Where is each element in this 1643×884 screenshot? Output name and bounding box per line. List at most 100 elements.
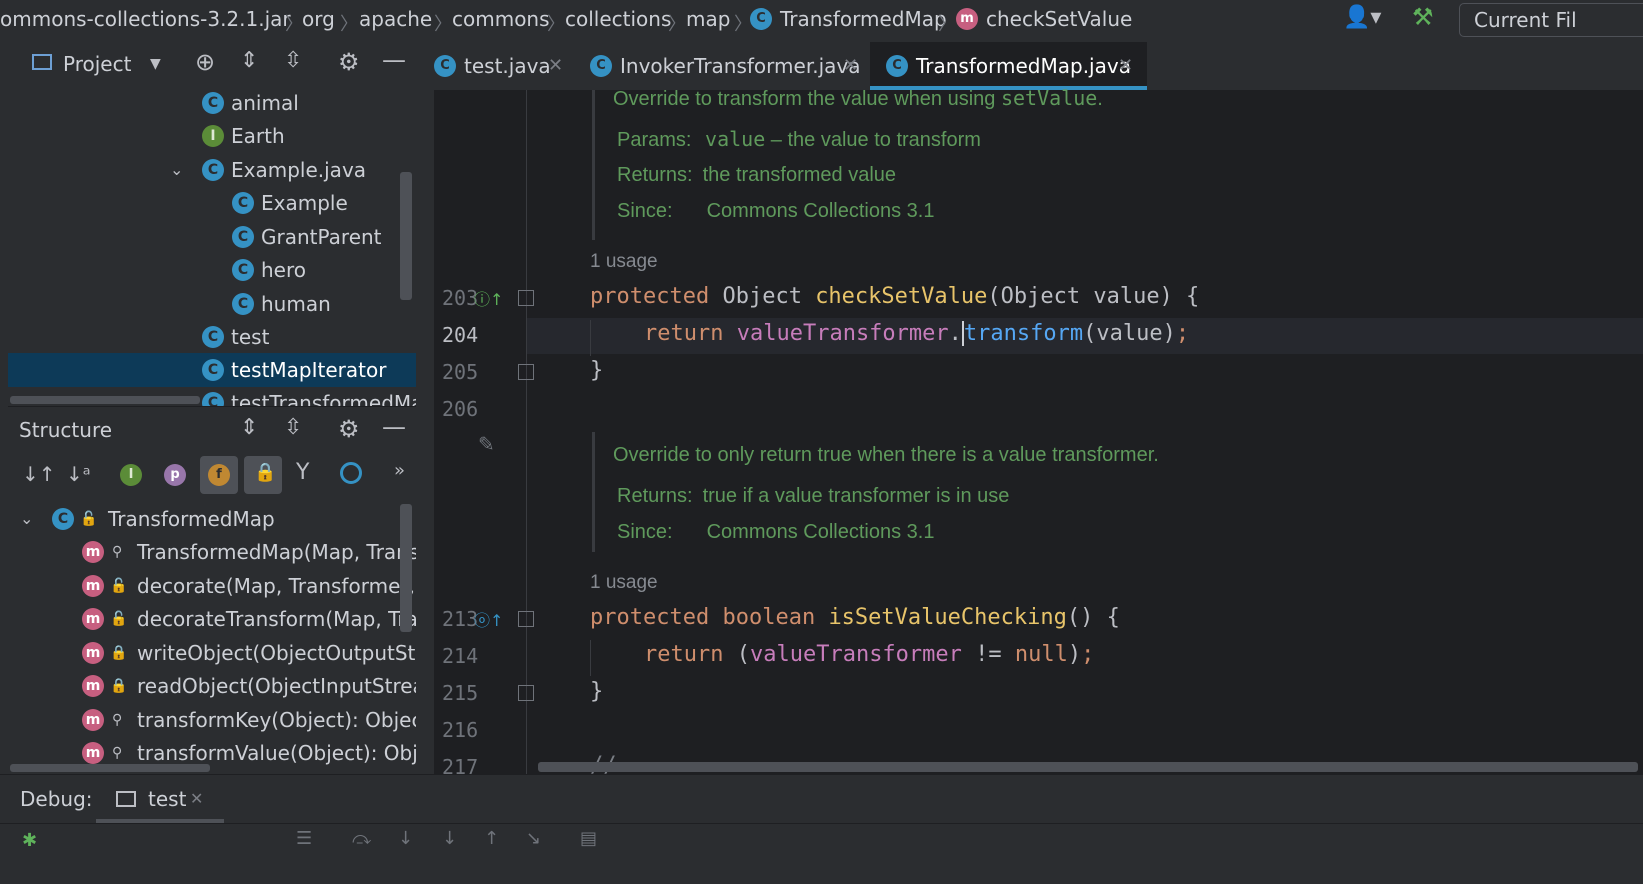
usage-hint[interactable]: 1 usage (590, 251, 658, 273)
rerun-icon[interactable]: ✱ (22, 830, 37, 851)
branch-icon[interactable]: Y (296, 460, 309, 485)
breadcrumb-commons[interactable]: commons (452, 0, 550, 38)
sort-by-type-icon[interactable]: ↓↑ (22, 462, 56, 486)
project-tree: C animal I Earth ⌄ C Example.java C Exam… (0, 86, 416, 406)
private-icon: 🔒 (110, 678, 128, 694)
chevron-down-icon[interactable]: ▼ (150, 42, 161, 86)
tree-item-animal[interactable]: C animal (0, 86, 416, 120)
force-step-into-icon[interactable]: ↓ (442, 828, 457, 849)
editor-hscrollbar[interactable] (538, 762, 1638, 772)
tree-item-earth[interactable]: I Earth (0, 119, 416, 153)
fold-icon[interactable] (518, 364, 534, 380)
breadcrumb-org[interactable]: org (302, 0, 335, 38)
code-line-204[interactable]: return valueTransformer.transform(value)… (644, 321, 1189, 346)
debug-tab-test[interactable]: test ✕ (96, 775, 224, 823)
overrides-gutter-icon[interactable]: ⓞ↑ (474, 607, 503, 631)
structure-hscrollbar[interactable] (10, 764, 210, 772)
close-icon[interactable]: ✕ (843, 42, 858, 90)
show-non-public-toggle[interactable]: 🔒 (244, 456, 282, 494)
breadcrumb-method[interactable]: checkSetValue (986, 0, 1132, 38)
run-to-cursor-icon[interactable]: ↘ (526, 828, 541, 849)
text-cursor: transform (961, 321, 1084, 346)
collapse-all-icon[interactable]: ⇳ (284, 48, 302, 73)
code-line-214[interactable]: return (valueTransformer != null); (644, 642, 1094, 667)
show-inherited-icon[interactable]: I (120, 464, 142, 486)
project-tree-scrollbar[interactable] (400, 172, 412, 300)
method-icon: m (82, 608, 104, 630)
tab-invokertransformer-java[interactable]: C InvokerTransformer.java ✕ (590, 42, 880, 90)
expand-all-icon[interactable]: ⇕ (240, 415, 258, 440)
tree-item-example-java[interactable]: ⌄ C Example.java (0, 153, 416, 187)
structure-root[interactable]: ⌄ C 🔓 TransformedMap (0, 502, 416, 536)
fold-icon[interactable] (518, 611, 534, 627)
breadcrumb-jar[interactable]: ommons-collections-3.2.1.jar (0, 0, 291, 38)
breadcrumb-apache[interactable]: apache (359, 0, 432, 38)
structure-item-label: TransformedMap(Map, Transfor (137, 540, 416, 564)
more-icon[interactable]: » (394, 460, 405, 481)
chevron-down-icon[interactable]: ⌄ (20, 502, 33, 536)
evaluate-icon[interactable]: ▤ (580, 828, 597, 849)
tree-item-test[interactable]: C test (0, 320, 416, 354)
line-number: 216 (442, 718, 479, 742)
edit-doc-icon[interactable]: ✎ (478, 432, 495, 456)
left-panel: Project ▼ ⊕ ⇕ ⇳ ⚙ — C animal I Earth ⌄ C… (0, 42, 434, 872)
toolbar-icon[interactable]: ☰ (296, 828, 312, 849)
structure-item[interactable]: m 🔓 decorate(Map, Transformer, Tra (0, 569, 416, 603)
tree-item-grantparent[interactable]: C GrantParent (0, 220, 416, 254)
breadcrumb-collections[interactable]: collections (565, 0, 671, 38)
structure-item[interactable]: m 🔒 writeObject(ObjectOutputStrear (0, 636, 416, 670)
chevron-down-icon[interactable]: ⌄ (170, 153, 183, 187)
close-icon[interactable]: ✕ (190, 775, 203, 823)
code-line-205[interactable]: } (590, 358, 603, 383)
tree-item-label: Example (261, 191, 348, 215)
close-icon[interactable]: ✕ (548, 42, 563, 90)
tab-test-java[interactable]: C test.java ✕ (434, 42, 574, 90)
structure-item[interactable]: m 🔒 readObject(ObjectInputStream) (0, 669, 416, 703)
user-icon[interactable]: 👤▾ (1343, 5, 1381, 30)
collapse-all-icon[interactable]: ⇳ (284, 415, 302, 440)
code-line-215[interactable]: } (590, 679, 603, 704)
run-config-selector[interactable]: Current Fil (1459, 3, 1643, 37)
breadcrumb-map[interactable]: map (686, 0, 730, 38)
fold-icon[interactable] (518, 685, 534, 701)
indent-guide (590, 320, 591, 356)
class-icon: C (202, 326, 224, 348)
debug-label: Debug: (20, 787, 93, 811)
show-fields-toggle[interactable]: f (200, 456, 238, 494)
expand-all-icon[interactable]: ⇕ (240, 48, 258, 73)
minimize-icon[interactable]: — (382, 46, 406, 74)
gutter-separator (526, 90, 527, 782)
structure-item-label: writeObject(ObjectOutputStrear (137, 641, 416, 665)
anonymous-class-icon[interactable] (340, 462, 362, 484)
step-over-icon[interactable]: ⤼ (352, 828, 371, 849)
tree-item-example[interactable]: C Example (0, 186, 416, 220)
tree-item-human[interactable]: C human (0, 287, 416, 321)
tree-item-label: Earth (231, 124, 285, 148)
step-into-icon[interactable]: ↓ (398, 828, 413, 849)
close-icon[interactable]: ✕ (1118, 42, 1133, 90)
show-properties-icon[interactable]: p (164, 464, 186, 486)
project-tree-hscrollbar[interactable] (10, 396, 200, 404)
tab-transformedmap-java[interactable]: C TransformedMap.java ✕ (870, 42, 1147, 90)
tree-item-testmapiterator[interactable]: C testMapIterator (8, 353, 416, 387)
editor-tabs: C test.java ✕ C InvokerTransformer.java … (434, 42, 1643, 91)
sort-alpha-icon[interactable]: ↓ᵃ (66, 462, 91, 486)
tree-item-hero[interactable]: C hero (0, 253, 416, 287)
project-view-label[interactable]: Project (63, 42, 131, 86)
gear-icon[interactable]: ⚙ (338, 415, 360, 443)
code-line-213[interactable]: protected boolean isSetValueChecking() { (590, 605, 1120, 630)
usage-hint[interactable]: 1 usage (590, 572, 658, 594)
minimize-icon[interactable]: — (382, 413, 406, 441)
structure-item[interactable]: m 🔓 decorateTransform(Map, Transf (0, 602, 416, 636)
structure-scrollbar[interactable] (400, 504, 412, 632)
fold-icon[interactable] (518, 290, 534, 306)
structure-item[interactable]: m ⚲ TransformedMap(Map, Transfor (0, 535, 416, 569)
hammer-icon[interactable]: ⚒ (1412, 3, 1434, 31)
code-line-203[interactable]: protected Object checkSetValue(Object va… (590, 284, 1199, 309)
implements-gutter-icon[interactable]: ⓘ↑ (474, 286, 503, 310)
structure-item[interactable]: m ⚲ transformKey(Object): Object (0, 703, 416, 737)
locate-icon[interactable]: ⊕ (195, 48, 215, 76)
gear-icon[interactable]: ⚙ (338, 48, 360, 76)
breadcrumb-class[interactable]: TransformedMap (780, 0, 947, 38)
step-out-icon[interactable]: ↑ (484, 828, 499, 849)
